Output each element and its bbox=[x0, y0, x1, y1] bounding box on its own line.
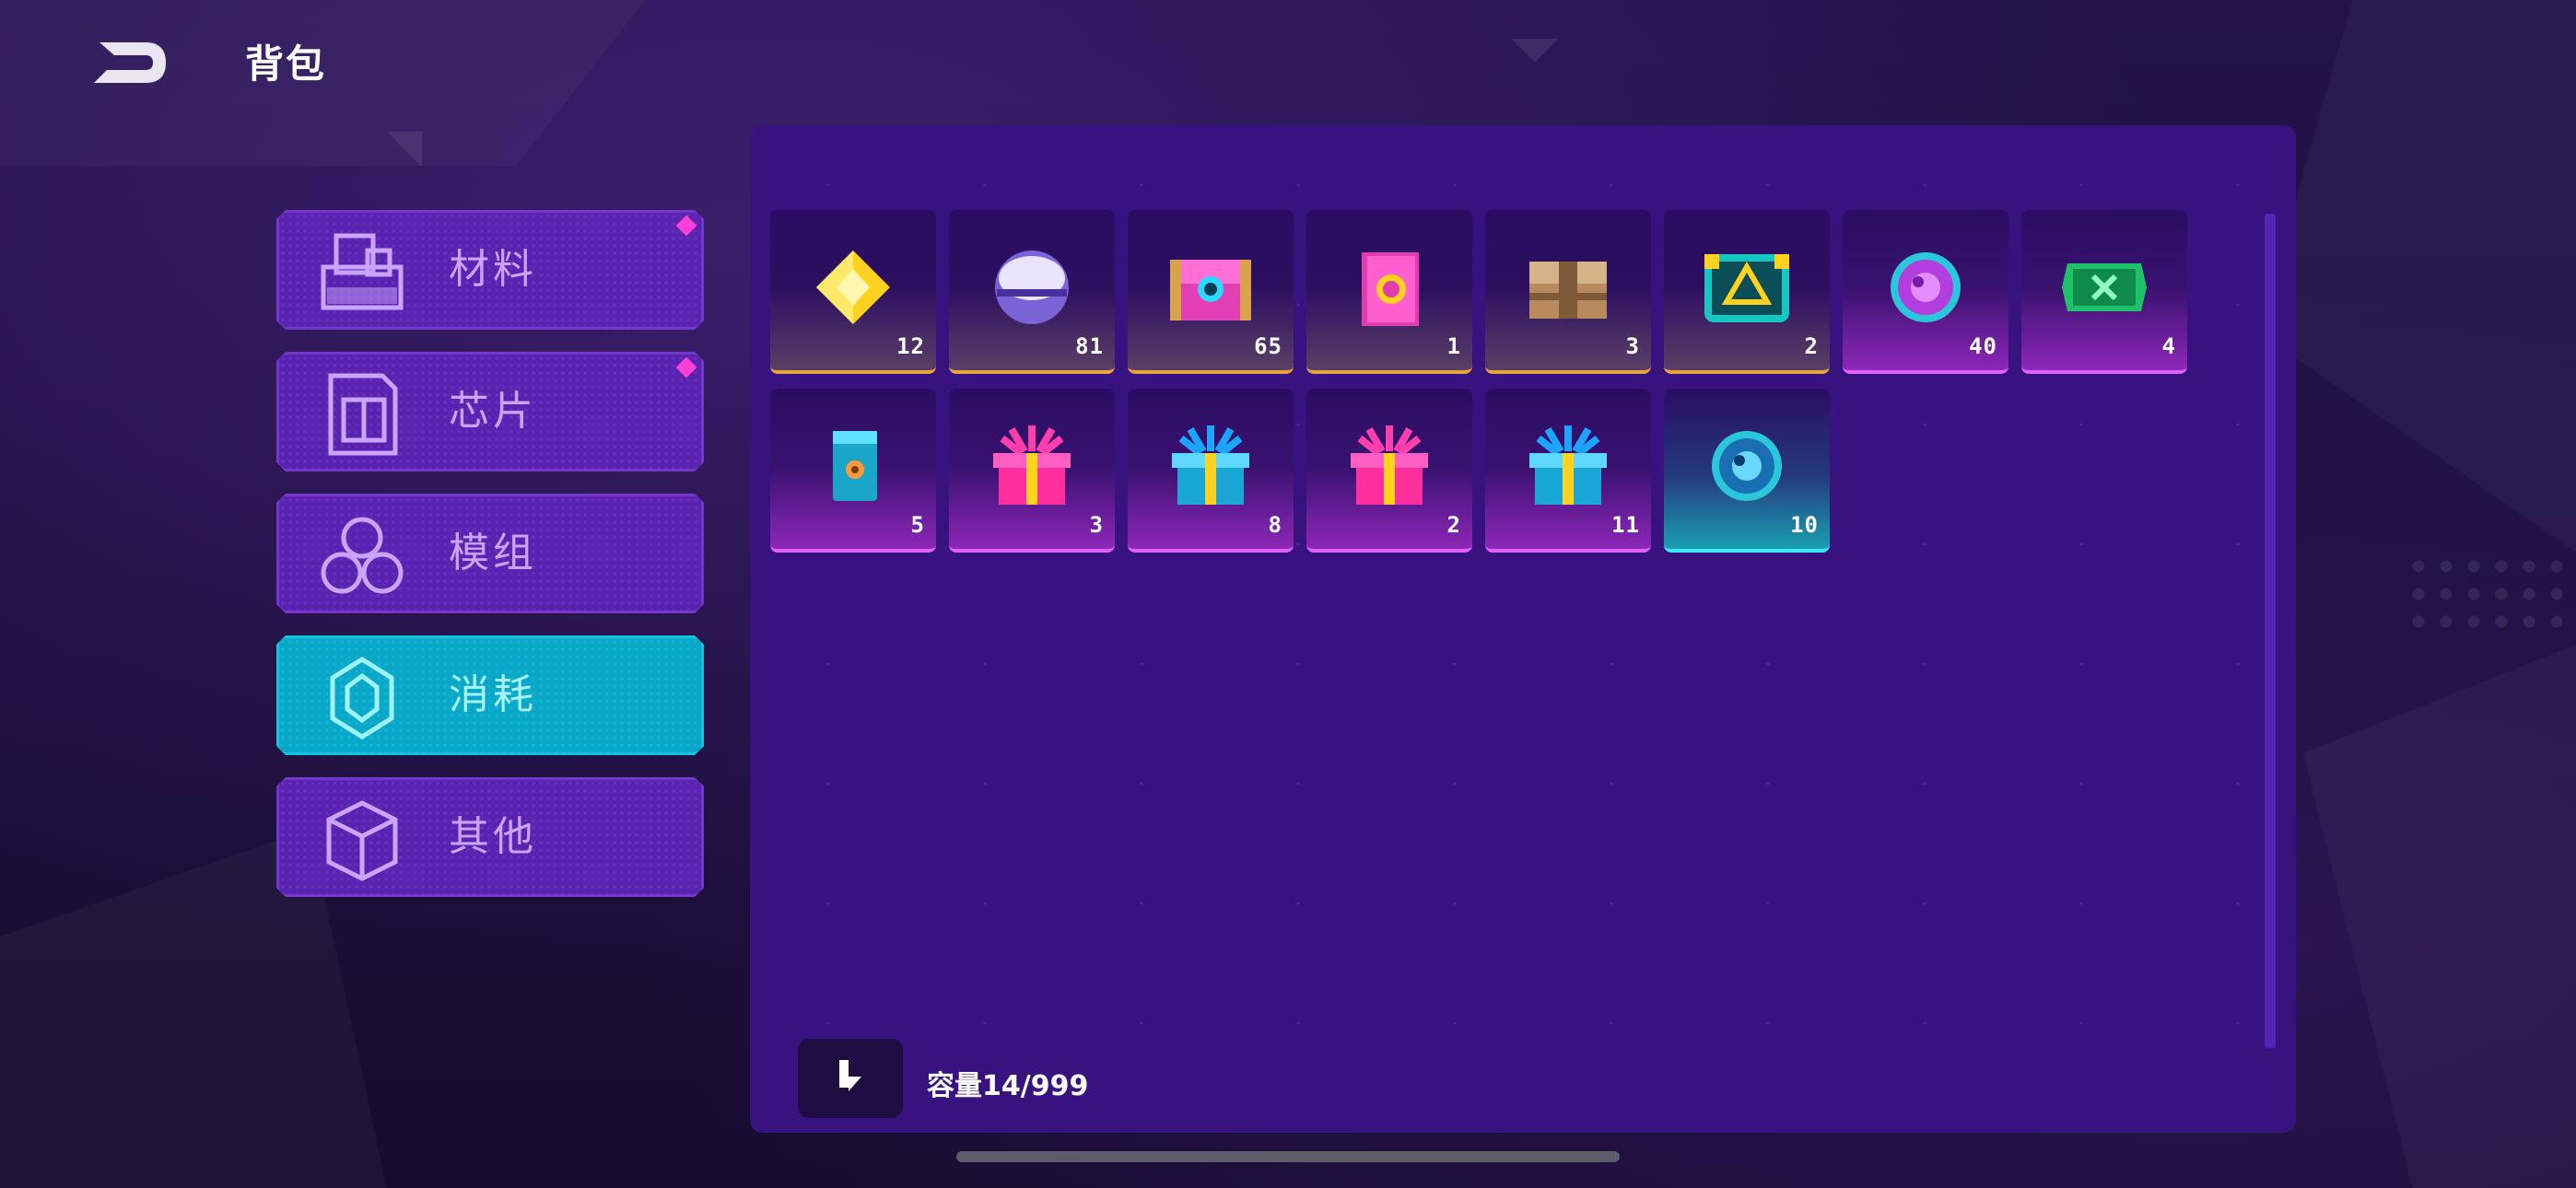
sort-button[interactable] bbox=[798, 1039, 903, 1118]
bg-decoration bbox=[2303, 645, 2576, 1188]
consumable-icon bbox=[318, 656, 406, 740]
tab-0[interactable]: 材料 bbox=[276, 210, 704, 330]
item-quantity: 2 bbox=[1446, 512, 1461, 538]
tab-label: 其他 bbox=[449, 813, 537, 860]
pink-gift-icon bbox=[984, 422, 1080, 510]
item-slot[interactable]: 81 bbox=[949, 210, 1115, 374]
blue-gift-icon bbox=[1163, 422, 1259, 510]
item-quantity: 8 bbox=[1268, 512, 1282, 538]
blue-card-icon bbox=[805, 422, 901, 510]
green-ticket-icon bbox=[2056, 243, 2152, 332]
item-slot[interactable]: 65 bbox=[1128, 210, 1294, 374]
item-quantity: 11 bbox=[1611, 512, 1640, 538]
item-slot[interactable]: 1 bbox=[1306, 210, 1472, 374]
item-quantity: 40 bbox=[1969, 333, 1997, 359]
item-quantity: 4 bbox=[2161, 333, 2176, 359]
item-quantity: 3 bbox=[1089, 512, 1104, 538]
pink-gift-icon bbox=[1341, 422, 1437, 510]
item-slot[interactable]: 11 bbox=[1485, 389, 1651, 553]
page-title: 背包 bbox=[245, 41, 327, 87]
module-icon bbox=[318, 514, 406, 599]
item-quantity: 1 bbox=[1446, 333, 1461, 359]
inventory-panel: 12 81 65 1 3 2 40 4 5 3 8 2 11 10 容量14/999 bbox=[750, 125, 2296, 1133]
material-icon bbox=[318, 230, 406, 315]
item-slot[interactable]: 5 bbox=[770, 389, 936, 553]
item-quantity: 65 bbox=[1254, 333, 1282, 359]
tab-2[interactable]: 模组 bbox=[276, 494, 704, 613]
purple-orb-icon bbox=[984, 243, 1080, 332]
treasure-chest-icon bbox=[1163, 243, 1259, 332]
ornate-chest-icon bbox=[1699, 243, 1795, 332]
scrollbar[interactable] bbox=[2265, 214, 2276, 1048]
scrollbar-thumb[interactable] bbox=[2265, 214, 2276, 1048]
item-quantity: 5 bbox=[910, 512, 925, 538]
item-quantity: 10 bbox=[1790, 512, 1819, 538]
item-slot[interactable]: 2 bbox=[1306, 389, 1472, 553]
yellow-crystal-icon bbox=[805, 243, 901, 332]
tab-3[interactable]: 消耗 bbox=[276, 635, 704, 755]
notification-badge bbox=[676, 357, 697, 379]
item-slot[interactable]: 10 bbox=[1664, 389, 1830, 553]
bg-dot-grid bbox=[2405, 553, 2570, 635]
item-slot[interactable]: 8 bbox=[1128, 389, 1294, 553]
tab-4[interactable]: 其他 bbox=[276, 777, 704, 897]
wooden-chest-icon bbox=[1520, 243, 1616, 332]
tab-label: 模组 bbox=[449, 530, 537, 577]
blue-gift-icon bbox=[1520, 422, 1616, 510]
other-icon bbox=[318, 798, 406, 882]
item-quantity: 2 bbox=[1804, 333, 1819, 359]
back-button[interactable] bbox=[92, 37, 171, 88]
sort-icon bbox=[839, 1060, 861, 1091]
tab-label: 消耗 bbox=[449, 671, 537, 718]
item-slot[interactable]: 4 bbox=[2021, 210, 2187, 374]
spell-book-icon bbox=[1341, 243, 1437, 332]
item-slot[interactable]: 2 bbox=[1664, 210, 1830, 374]
item-quantity: 81 bbox=[1075, 333, 1104, 359]
blue-token-icon bbox=[1699, 422, 1795, 510]
tab-label: 材料 bbox=[449, 246, 537, 293]
item-slot[interactable]: 3 bbox=[949, 389, 1115, 553]
bg-triangle bbox=[1511, 39, 1559, 63]
chip-icon bbox=[318, 372, 406, 457]
tab-1[interactable]: 芯片 bbox=[276, 352, 704, 472]
item-slot[interactable]: 40 bbox=[1843, 210, 2008, 374]
notification-badge bbox=[676, 215, 697, 237]
item-quantity: 3 bbox=[1625, 333, 1640, 359]
item-quantity: 12 bbox=[896, 333, 925, 359]
purple-token-icon bbox=[1878, 243, 1973, 332]
bg-triangle bbox=[387, 132, 422, 167]
home-indicator[interactable] bbox=[956, 1151, 1620, 1162]
back-arrow-icon bbox=[94, 42, 166, 83]
tab-label: 芯片 bbox=[449, 388, 537, 435]
bg-decoration bbox=[2257, 0, 2576, 553]
item-slot[interactable]: 12 bbox=[770, 210, 936, 374]
capacity-label: 容量14/999 bbox=[927, 1070, 1089, 1102]
item-slot[interactable]: 3 bbox=[1485, 210, 1651, 374]
